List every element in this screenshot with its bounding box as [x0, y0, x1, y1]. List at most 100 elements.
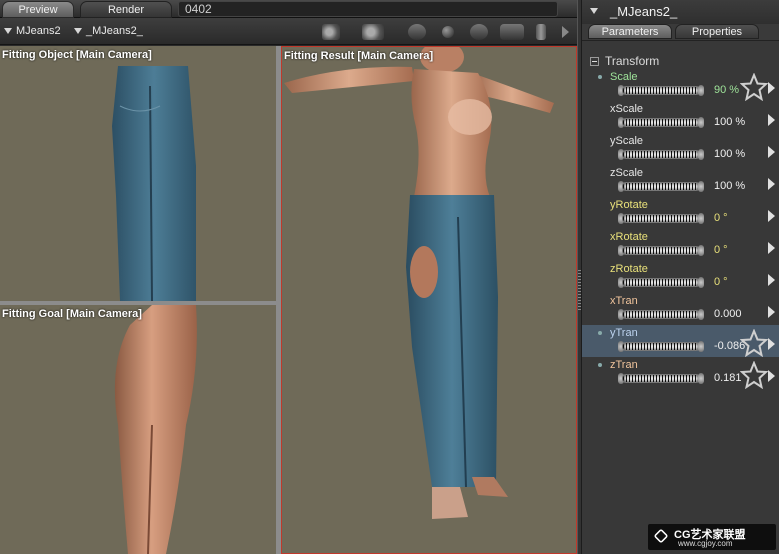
param-dial[interactable]: [622, 310, 700, 319]
param-dot-icon: [598, 75, 602, 79]
frame-number-field[interactable]: 0402: [178, 1, 558, 17]
param-dial[interactable]: [622, 374, 700, 383]
param-value[interactable]: 90 %: [714, 84, 739, 96]
param-dial[interactable]: [622, 150, 700, 159]
viewport-fitting-result[interactable]: Fitting Result [Main Camera]: [281, 46, 577, 554]
watermark: CG艺术家联盟 www.cgjoy.com: [648, 524, 776, 550]
param-dial[interactable]: [622, 118, 700, 127]
collapse-icon[interactable]: [590, 56, 599, 66]
panel-header: _MJeans2_: [582, 0, 779, 24]
param-dot-icon: [598, 331, 602, 335]
viewport-label: Fitting Object [Main Camera]: [2, 49, 152, 61]
param-name: yTran: [610, 327, 638, 339]
light-icon[interactable]: [442, 26, 454, 38]
app-window: Preview Render 0402 MJeans2 _MJeans2_ Fi…: [0, 0, 779, 554]
dial-cap-right-icon: [698, 245, 704, 256]
param-menu-arrow-icon[interactable]: [768, 338, 775, 350]
dropdown-triangle-icon: [74, 28, 82, 34]
param-menu-arrow-icon[interactable]: [768, 370, 775, 382]
param-row-xrotate[interactable]: xRotate 0 °: [582, 229, 779, 261]
param-name: zTran: [610, 359, 638, 371]
splitter-grip-icon[interactable]: [578, 270, 581, 310]
param-dial[interactable]: [622, 214, 700, 223]
favorite-star-icon[interactable]: [740, 329, 768, 357]
param-menu-arrow-icon[interactable]: [768, 146, 775, 158]
camera-move-icon[interactable]: [362, 24, 384, 40]
parameters-panel: _MJeans2_ Parameters Properties Transfor…: [582, 0, 779, 554]
favorite-star-icon[interactable]: [740, 73, 768, 101]
target-icon[interactable]: [470, 24, 488, 40]
dial-cap-right-icon: [698, 277, 704, 288]
param-menu-arrow-icon[interactable]: [768, 178, 775, 190]
document-tab-bar: Preview Render 0402: [0, 0, 580, 18]
dial-cap-right-icon: [698, 213, 704, 224]
leg-goal-render: [114, 305, 197, 554]
dial-cap-right-icon: [698, 373, 704, 384]
section-transform[interactable]: Transform: [590, 54, 659, 68]
render-style-icon[interactable]: [408, 24, 426, 40]
param-row-ztran[interactable]: zTran 0.181: [582, 357, 779, 389]
viewport-label: Fitting Goal [Main Camera]: [2, 308, 142, 320]
param-dial[interactable]: [622, 182, 700, 191]
param-menu-arrow-icon[interactable]: [768, 274, 775, 286]
param-value[interactable]: 0.181: [714, 372, 742, 384]
param-value[interactable]: 0 °: [714, 276, 728, 288]
param-value[interactable]: 100 %: [714, 116, 745, 128]
tab-properties[interactable]: Properties: [675, 24, 759, 39]
param-dial[interactable]: [622, 342, 700, 351]
dial-cap-right-icon: [698, 181, 704, 192]
play-arrow-icon[interactable]: [562, 26, 569, 38]
figure-select[interactable]: MJeans2: [4, 25, 61, 37]
viewport-fitting-object[interactable]: Fitting Object [Main Camera]: [0, 46, 276, 301]
param-dial[interactable]: [622, 246, 700, 255]
favorite-star-icon[interactable]: [740, 361, 768, 389]
param-name: yScale: [610, 135, 644, 147]
tab-render[interactable]: Render: [80, 1, 172, 18]
param-menu-arrow-icon[interactable]: [768, 210, 775, 222]
panel-menu-triangle-icon[interactable]: [590, 8, 598, 14]
preview-toolbar: MJeans2 _MJeans2_: [0, 18, 580, 45]
figure-result-render: [284, 47, 554, 519]
trackball-icon[interactable]: [500, 24, 524, 40]
param-row-xtran[interactable]: xTran 0.000: [582, 293, 779, 325]
param-dial[interactable]: [622, 278, 700, 287]
param-value[interactable]: 100 %: [714, 148, 745, 160]
param-row-scale[interactable]: Scale 90 %: [582, 69, 779, 101]
param-row-ytran[interactable]: yTran -0.086: [582, 325, 779, 357]
param-row-yscale[interactable]: yScale 100 %: [582, 133, 779, 165]
section-title: Transform: [605, 54, 660, 68]
param-dial[interactable]: [622, 86, 700, 95]
camera-icon[interactable]: [322, 24, 340, 40]
dropdown-triangle-icon: [4, 28, 12, 34]
viewport-fitting-goal[interactable]: Fitting Goal [Main Camera]: [0, 305, 276, 554]
param-value[interactable]: 0 °: [714, 212, 728, 224]
param-value[interactable]: 100 %: [714, 180, 745, 192]
parameter-list: Transform Scale 90 % xScale 100 % yScale 100 …: [582, 40, 779, 554]
param-value[interactable]: 0.000: [714, 308, 742, 320]
param-menu-arrow-icon[interactable]: [768, 242, 775, 254]
watermark-url: www.cgjoy.com: [678, 539, 733, 548]
param-menu-arrow-icon[interactable]: [768, 306, 775, 318]
tab-parameters[interactable]: Parameters: [588, 24, 672, 39]
param-row-zscale[interactable]: zScale 100 %: [582, 165, 779, 197]
panel-title: _MJeans2_: [610, 4, 678, 19]
param-name: yRotate: [610, 199, 648, 211]
jeans-leg-render: [112, 66, 196, 301]
grip-icon[interactable]: [536, 24, 546, 40]
param-name: xScale: [610, 103, 644, 115]
actor-select[interactable]: _MJeans2_: [74, 25, 143, 37]
param-row-zrotate[interactable]: zRotate 0 °: [582, 261, 779, 293]
viewport-label: Fitting Result [Main Camera]: [284, 50, 434, 62]
param-row-xscale[interactable]: xScale 100 %: [582, 101, 779, 133]
actor-select-label: _MJeans2_: [86, 25, 143, 37]
tab-preview[interactable]: Preview: [2, 1, 74, 18]
param-name: zScale: [610, 167, 644, 179]
param-menu-arrow-icon[interactable]: [768, 114, 775, 126]
param-value[interactable]: 0 °: [714, 244, 728, 256]
param-name: zRotate: [610, 263, 648, 275]
param-menu-arrow-icon[interactable]: [768, 82, 775, 94]
dial-cap-right-icon: [698, 117, 704, 128]
param-row-yrotate[interactable]: yRotate 0 °: [582, 197, 779, 229]
param-name: Scale: [610, 71, 638, 83]
param-name: xRotate: [610, 231, 648, 243]
